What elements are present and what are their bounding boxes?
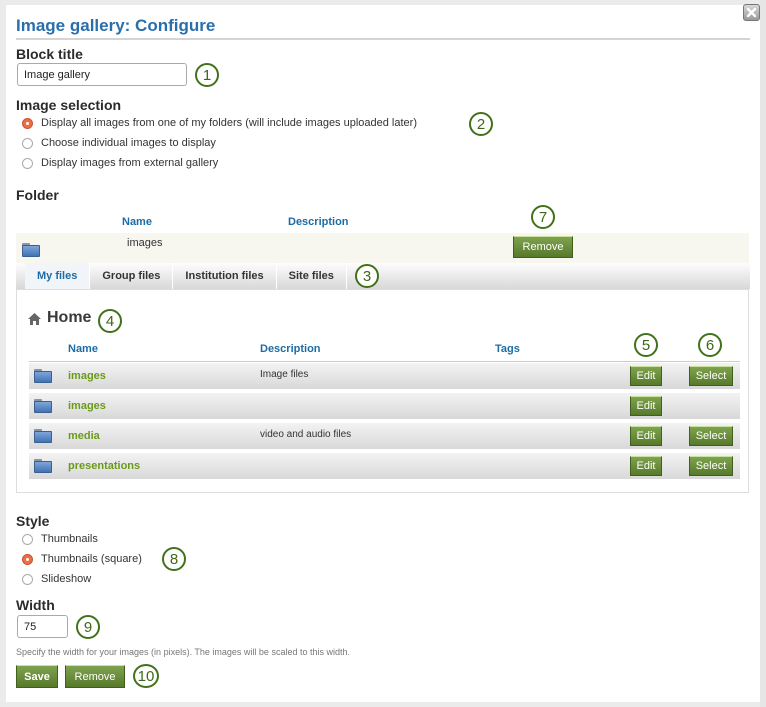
folder-name-link[interactable]: images	[68, 370, 106, 382]
folder-row[interactable]: images Edit	[29, 393, 740, 419]
close-icon	[746, 7, 757, 18]
callout-7: 7	[531, 205, 555, 229]
style-option-thumbnails-square[interactable]: Thumbnails (square)	[22, 549, 142, 569]
remove-folder-button[interactable]: Remove	[513, 236, 573, 258]
folder-icon	[22, 243, 40, 257]
save-button[interactable]: Save	[16, 665, 58, 688]
selected-folder-name: images	[127, 237, 163, 249]
folder-name-link[interactable]: images	[68, 400, 106, 412]
folder-name-link[interactable]: media	[68, 430, 100, 442]
selected-folder-row: images Remove	[16, 233, 749, 263]
callout-3: 3	[355, 264, 379, 288]
callout-10: 10	[133, 664, 159, 688]
folder-icon	[34, 369, 52, 383]
folder-label: Folder	[16, 187, 59, 203]
image-selection-option-folder[interactable]: Display all images from one of my folder…	[22, 113, 417, 133]
edit-button[interactable]: Edit	[630, 366, 662, 386]
tab-institution-files[interactable]: Institution files	[173, 263, 277, 289]
folder-icon	[34, 399, 52, 413]
edit-button[interactable]: Edit	[630, 396, 662, 416]
width-label: Width	[16, 597, 55, 613]
title-divider	[16, 38, 750, 40]
edit-button[interactable]: Edit	[630, 456, 662, 476]
breadcrumb-home[interactable]: Home	[47, 309, 91, 327]
option-label: Display all images from one of my folder…	[41, 117, 417, 129]
style-option-slideshow[interactable]: Slideshow	[22, 569, 91, 589]
folder-icon	[34, 459, 52, 473]
option-label: Slideshow	[41, 573, 92, 585]
browser-col-tags: Tags	[495, 343, 520, 355]
home-icon[interactable]	[27, 312, 42, 331]
folder-col-name: Name	[122, 216, 152, 228]
width-input[interactable]	[17, 615, 68, 638]
option-label: Choose individual images to display	[41, 137, 216, 149]
image-selection-label: Image selection	[16, 97, 122, 113]
tab-my-files[interactable]: My files	[25, 263, 91, 289]
remove-button[interactable]: Remove	[65, 665, 125, 688]
callout-5: 5	[634, 333, 658, 357]
option-label: Thumbnails	[41, 533, 98, 545]
folder-description: video and audio files	[260, 429, 352, 440]
option-label: Thumbnails (square)	[41, 553, 142, 565]
folder-col-description: Description	[288, 216, 349, 228]
folder-name-link[interactable]: presentations	[68, 460, 140, 472]
file-source-tabs: My files Group files Institution files S…	[16, 263, 750, 289]
folder-row[interactable]: media video and audio files Edit Select	[29, 423, 740, 449]
folder-description: Image files	[260, 369, 309, 380]
image-selection-option-external[interactable]: Display images from external gallery	[22, 153, 218, 173]
style-option-thumbnails[interactable]: Thumbnails	[22, 529, 98, 549]
scrollbar-track[interactable]	[760, 0, 766, 707]
radio-button[interactable]	[22, 137, 33, 149]
file-browser: Home 4 Name Description Tags 5 6 images …	[16, 289, 749, 493]
block-title-label: Block title	[16, 46, 83, 62]
select-button[interactable]: Select	[689, 366, 733, 386]
radio-button[interactable]	[22, 157, 33, 169]
callout-8: 8	[162, 547, 186, 571]
radio-button[interactable]	[22, 117, 33, 129]
style-label: Style	[16, 513, 50, 529]
radio-button[interactable]	[22, 573, 33, 585]
configure-dialog: Image gallery: Configure Block title 1 I…	[6, 5, 760, 702]
callout-4: 4	[98, 309, 122, 333]
select-button[interactable]: Select	[689, 426, 733, 446]
select-button[interactable]: Select	[689, 456, 733, 476]
width-help-text: Specify the width for your images (in pi…	[16, 647, 350, 657]
browser-col-name: Name	[68, 343, 98, 355]
callout-6: 6	[698, 333, 722, 357]
callout-9: 9	[76, 615, 100, 639]
radio-button[interactable]	[22, 553, 33, 565]
header-divider	[29, 361, 740, 362]
tab-site-files[interactable]: Site files	[277, 263, 347, 289]
edit-button[interactable]: Edit	[630, 426, 662, 446]
image-selection-option-individual[interactable]: Choose individual images to display	[22, 133, 216, 153]
callout-1: 1	[195, 63, 219, 87]
browser-col-description: Description	[260, 343, 321, 355]
block-title-input[interactable]	[17, 63, 187, 86]
tab-group-files[interactable]: Group files	[90, 263, 174, 289]
callout-2: 2	[469, 112, 493, 136]
radio-button[interactable]	[22, 533, 33, 545]
option-label: Display images from external gallery	[41, 157, 219, 169]
folder-icon	[34, 429, 52, 443]
folder-row[interactable]: images Image files Edit Select	[29, 363, 740, 389]
close-button[interactable]	[743, 4, 760, 21]
dialog-title: Image gallery: Configure	[16, 16, 216, 35]
folder-row[interactable]: presentations Edit Select	[29, 453, 740, 479]
